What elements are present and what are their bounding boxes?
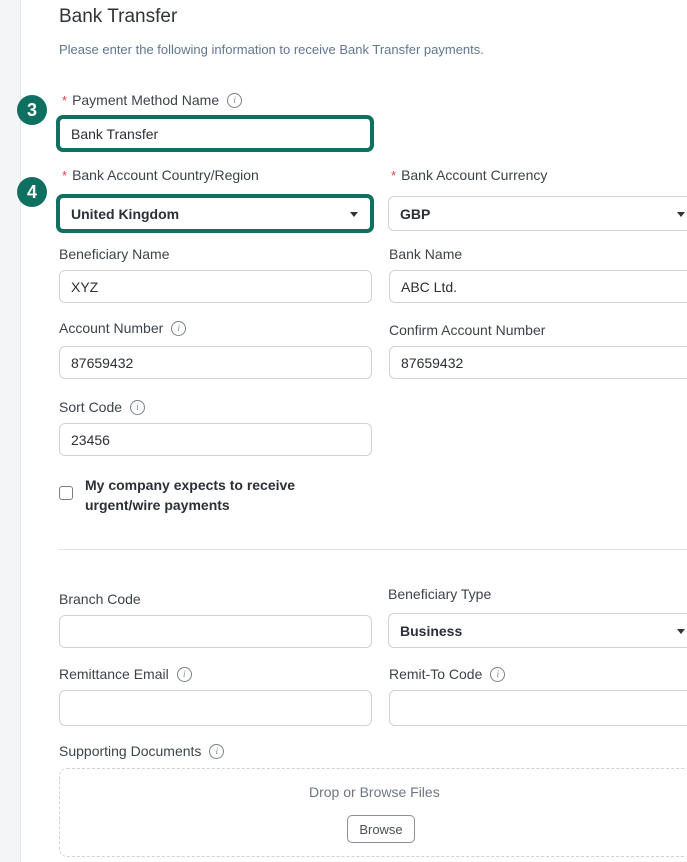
required-marker: * xyxy=(62,92,68,108)
urgent-payments-checkbox[interactable] xyxy=(59,486,73,500)
bank-account-country-select[interactable]: United Kingdom xyxy=(59,196,371,231)
beneficiary-name-input[interactable]: XYZ xyxy=(59,270,372,303)
info-icon[interactable]: i xyxy=(227,92,243,108)
supporting-documents-label: Supporting Documents i xyxy=(59,743,225,759)
confirm-account-number-label: Confirm Account Number xyxy=(389,322,546,338)
step-badge-3: 3 xyxy=(17,95,47,125)
sort-code-input[interactable]: 23456 xyxy=(59,423,372,456)
urgent-payments-label: My company expects to receive urgent/wir… xyxy=(85,477,296,513)
info-icon[interactable]: i xyxy=(209,743,225,759)
account-number-label: Account Number i xyxy=(59,320,187,336)
remit-to-code-input[interactable] xyxy=(389,690,687,726)
bank-account-country-label: * Bank Account Country/Region xyxy=(62,167,259,183)
payment-method-name-label: * Payment Method Name i xyxy=(62,92,243,108)
page-title: Bank Transfer xyxy=(59,6,178,27)
bank-name-input[interactable]: ABC Ltd. xyxy=(389,270,687,303)
file-dropzone[interactable]: Drop or Browse Files Browse xyxy=(59,768,687,857)
caret-down-icon xyxy=(677,211,685,217)
required-marker: * xyxy=(62,167,68,183)
caret-down-icon xyxy=(677,628,685,634)
branch-code-input[interactable] xyxy=(59,615,372,648)
info-icon[interactable]: i xyxy=(171,320,187,336)
drop-files-text: Drop or Browse Files xyxy=(309,784,440,800)
remittance-email-label: Remittance Email i xyxy=(59,666,192,682)
info-icon[interactable]: i xyxy=(130,399,146,415)
remittance-email-input[interactable] xyxy=(59,690,372,726)
info-icon[interactable]: i xyxy=(490,666,506,682)
beneficiary-name-label: Beneficiary Name xyxy=(59,246,170,262)
required-marker: * xyxy=(391,167,397,183)
browse-button[interactable]: Browse xyxy=(347,815,415,843)
branch-code-label: Branch Code xyxy=(59,591,141,607)
step-badge-4: 4 xyxy=(17,177,47,207)
section-divider xyxy=(59,549,687,550)
page-subtitle: Please enter the following information t… xyxy=(59,42,484,57)
account-number-input[interactable]: 87659432 xyxy=(59,346,372,379)
confirm-account-number-input[interactable]: 87659432 xyxy=(389,346,687,379)
info-icon[interactable]: i xyxy=(176,666,192,682)
bank-account-currency-label: * Bank Account Currency xyxy=(391,167,548,183)
payment-method-name-input[interactable]: Bank Transfer xyxy=(59,117,371,150)
sort-code-label: Sort Code i xyxy=(59,399,146,415)
bank-name-label: Bank Name xyxy=(389,246,463,262)
beneficiary-type-select[interactable]: Business xyxy=(388,613,687,648)
remit-to-code-label: Remit-To Code i xyxy=(389,666,506,682)
beneficiary-type-label: Beneficiary Type xyxy=(388,586,492,602)
bank-account-currency-select[interactable]: GBP xyxy=(388,196,687,231)
caret-down-icon xyxy=(350,211,358,217)
left-panel-edge xyxy=(0,0,21,862)
